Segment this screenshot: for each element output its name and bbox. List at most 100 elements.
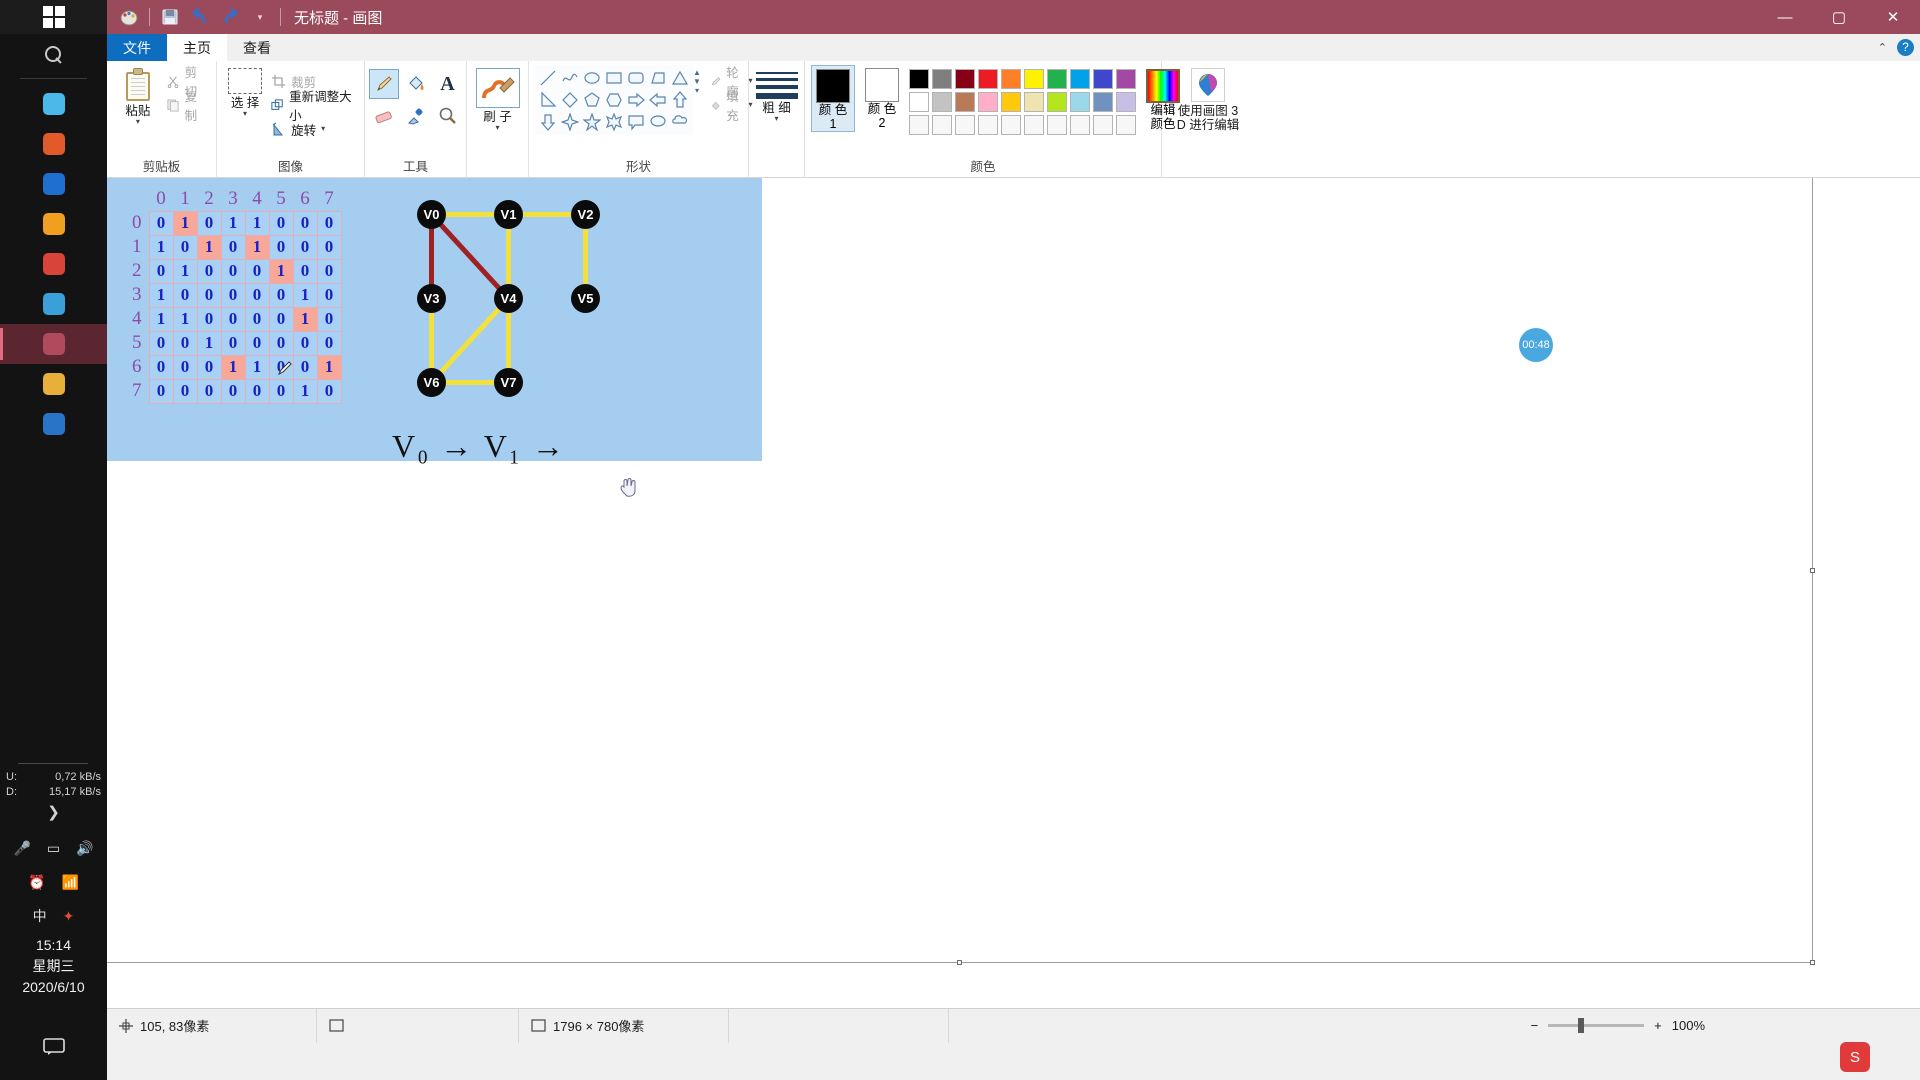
- dock-app-5[interactable]: [0, 244, 107, 284]
- select-caret-icon[interactable]: ▾: [243, 110, 247, 118]
- palette-swatch-1-5[interactable]: [1024, 92, 1044, 112]
- palette-swatch-1-1[interactable]: [932, 92, 952, 112]
- zoom-slider-thumb[interactable]: [1578, 1018, 1585, 1033]
- text-tool[interactable]: A: [433, 69, 463, 99]
- palette-swatch-1-4[interactable]: [1001, 92, 1021, 112]
- shape-rounded-rect[interactable]: [626, 68, 646, 88]
- ime-indicator[interactable]: 中: [33, 906, 47, 926]
- tab-file[interactable]: 文件: [107, 34, 167, 61]
- palette-swatch-2-1[interactable]: [932, 115, 952, 135]
- palette-swatch-1-3[interactable]: [978, 92, 998, 112]
- palette-swatch-2-3[interactable]: [978, 115, 998, 135]
- shape-right-arrow[interactable]: [626, 90, 646, 110]
- recording-timer-badge[interactable]: 00:48: [1519, 328, 1553, 362]
- pasted-image[interactable]: 0123456700101100011010100020100010031000…: [107, 178, 762, 461]
- size-caret-icon[interactable]: ▾: [774, 115, 778, 123]
- shapes-scrollbar[interactable]: ▲ ▼ ▾: [693, 65, 701, 98]
- palette-swatch-2-8[interactable]: [1093, 115, 1113, 135]
- search-button[interactable]: [0, 34, 107, 74]
- palette-swatch-0-5[interactable]: [1024, 69, 1044, 89]
- dock-app-1[interactable]: [0, 84, 107, 124]
- dock-app-8[interactable]: [0, 364, 107, 404]
- shape-pentagon[interactable]: [582, 90, 602, 110]
- palette-swatch-2-4[interactable]: [1001, 115, 1021, 135]
- color1-button[interactable]: 颜 色 1: [811, 65, 855, 132]
- resize-handle-br[interactable]: [1810, 960, 1815, 965]
- shape-cloud-callout[interactable]: [670, 112, 690, 132]
- rotate-button[interactable]: 旋转 ▾: [267, 117, 358, 141]
- brushes-caret-icon[interactable]: ▾: [495, 124, 499, 132]
- paint-app-icon[interactable]: [114, 3, 144, 31]
- palette-swatch-0-6[interactable]: [1047, 69, 1067, 89]
- help-button[interactable]: ?: [1897, 39, 1914, 56]
- palette-swatch-1-0[interactable]: [909, 92, 929, 112]
- shape-left-arrow[interactable]: [648, 90, 668, 110]
- magnifier-tool[interactable]: [433, 101, 463, 131]
- palette-swatch-0-7[interactable]: [1070, 69, 1090, 89]
- color-picker-tool[interactable]: [401, 101, 431, 131]
- palette-swatch-0-8[interactable]: [1093, 69, 1113, 89]
- customize-qat-button[interactable]: ▾: [245, 3, 275, 31]
- eraser-tool[interactable]: [369, 101, 399, 131]
- shape-four-point-star[interactable]: [560, 112, 580, 132]
- dock-app-2[interactable]: [0, 124, 107, 164]
- dock-app-6[interactable]: [0, 284, 107, 324]
- shapes-scroll-down-icon[interactable]: ▼: [693, 77, 701, 86]
- expand-tray-button[interactable]: ❯: [0, 800, 107, 826]
- shape-triangle[interactable]: [670, 68, 690, 88]
- pencil-tool[interactable]: [368, 69, 399, 99]
- palette-swatch-2-6[interactable]: [1047, 115, 1067, 135]
- sogou-icon[interactable]: ✦: [63, 908, 75, 925]
- maximize-button[interactable]: ▢: [1812, 0, 1866, 34]
- resize-handle-b[interactable]: [957, 960, 962, 965]
- select-button[interactable]: 选 择 ▾: [223, 65, 267, 118]
- shape-line[interactable]: [538, 68, 558, 88]
- chat-icon[interactable]: [0, 1030, 107, 1064]
- tab-home[interactable]: 主页: [167, 34, 227, 61]
- color2-button[interactable]: 颜 色 2: [861, 65, 903, 130]
- palette-swatch-1-9[interactable]: [1116, 92, 1136, 112]
- rotate-caret-icon[interactable]: ▾: [321, 125, 325, 133]
- shape-six-point-star[interactable]: [604, 112, 624, 132]
- battery-icon[interactable]: ▭: [47, 840, 60, 857]
- palette-swatch-1-7[interactable]: [1070, 92, 1090, 112]
- palette-swatch-2-5[interactable]: [1024, 115, 1044, 135]
- copy-button[interactable]: 复制: [163, 90, 210, 123]
- paint3d-button[interactable]: 使用画图 3 D 进行编辑: [1168, 65, 1248, 132]
- palette-swatch-2-9[interactable]: [1116, 115, 1136, 135]
- size-button[interactable]: 粗 细 ▾: [755, 65, 798, 123]
- shape-right-triangle[interactable]: [538, 90, 558, 110]
- palette-swatch-1-2[interactable]: [955, 92, 975, 112]
- palette-swatch-0-2[interactable]: [955, 69, 975, 89]
- palette-swatch-0-4[interactable]: [1001, 69, 1021, 89]
- palette-swatch-2-0[interactable]: [909, 115, 929, 135]
- palette-swatch-2-7[interactable]: [1070, 115, 1090, 135]
- dock-app-4[interactable]: [0, 204, 107, 244]
- shape-up-arrow[interactable]: [670, 90, 690, 110]
- palette-swatch-0-3[interactable]: [978, 69, 998, 89]
- tab-view[interactable]: 查看: [227, 34, 287, 61]
- fill-tool[interactable]: [401, 69, 431, 99]
- palette-swatch-1-6[interactable]: [1047, 92, 1067, 112]
- shape-oval-callout[interactable]: [648, 112, 668, 132]
- palette-swatch-2-2[interactable]: [955, 115, 975, 135]
- palette-swatch-1-8[interactable]: [1093, 92, 1113, 112]
- shape-rect-callout[interactable]: [626, 112, 646, 132]
- dock-app-paint[interactable]: [0, 324, 107, 364]
- undo-icon[interactable]: [185, 3, 215, 31]
- canvas-sheet[interactable]: 0123456700101100011010100020100010031000…: [107, 178, 1813, 963]
- dock-app-3[interactable]: [0, 164, 107, 204]
- shape-rect[interactable]: [604, 68, 624, 88]
- volume-icon[interactable]: 🔊: [76, 840, 93, 857]
- dock-app-9[interactable]: [0, 404, 107, 444]
- start-button[interactable]: [0, 0, 107, 34]
- shapes-gallery[interactable]: [535, 65, 693, 135]
- canvas-area[interactable]: 0123456700101100011010100020100010031000…: [107, 178, 1920, 1008]
- shape-oval[interactable]: [582, 68, 602, 88]
- zoom-slider[interactable]: [1548, 1018, 1645, 1033]
- redo-icon[interactable]: [215, 3, 245, 31]
- zoom-out-button[interactable]: −: [1531, 1018, 1539, 1033]
- close-button[interactable]: ✕: [1866, 0, 1920, 34]
- shape-curve[interactable]: [560, 68, 580, 88]
- sogou-tray-icon[interactable]: S: [1840, 1042, 1870, 1072]
